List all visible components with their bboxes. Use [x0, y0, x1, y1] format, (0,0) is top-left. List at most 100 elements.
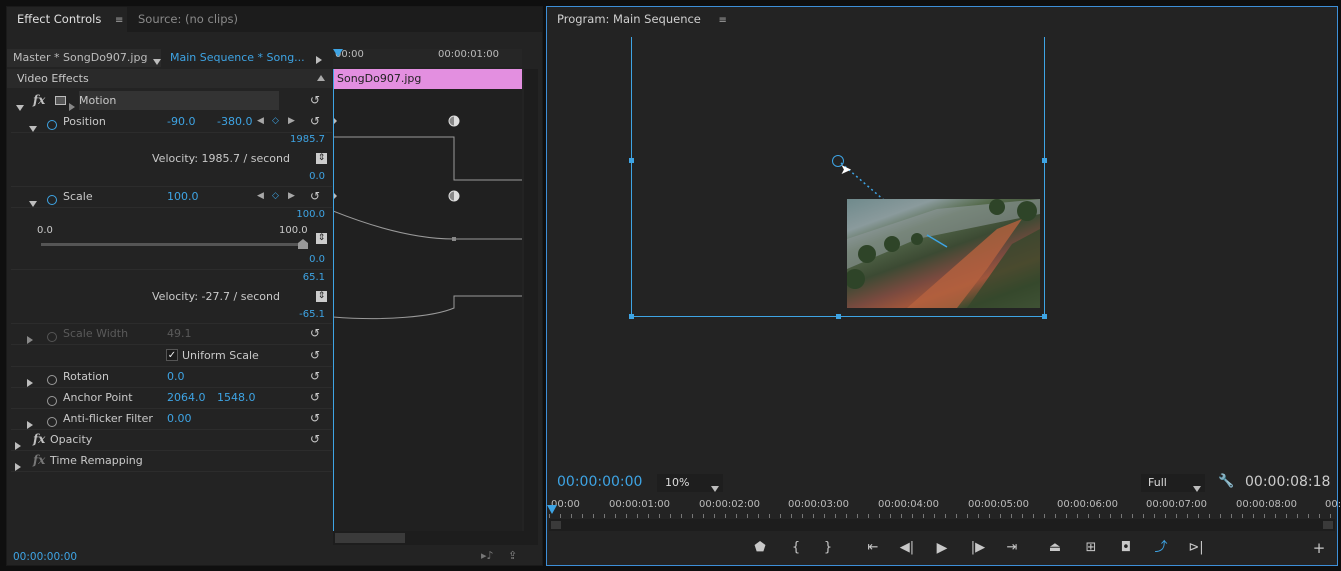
panel-menu-icon[interactable]: ≡ — [115, 8, 123, 33]
playhead-line[interactable] — [333, 69, 334, 533]
scale-velocity-min: -65.1 — [299, 309, 325, 320]
panel-menu-icon[interactable]: ≡ — [719, 8, 727, 33]
scale-graph-min: 0.0 — [309, 254, 325, 265]
scale-value[interactable]: 100.0 — [167, 186, 199, 207]
reset-icon[interactable]: ↺ — [310, 93, 324, 107]
mark-out-icon[interactable]: } — [818, 541, 838, 555]
opacity-row[interactable]: fx Opacity ↺ — [7, 429, 332, 450]
scale-label: Scale — [63, 190, 93, 203]
anchor-point-x-value[interactable]: 2064.0 — [167, 387, 206, 408]
filter-icon[interactable]: ▸♪ — [481, 549, 494, 562]
tab-source[interactable]: Source: (no clips) — [128, 7, 254, 32]
transform-handle[interactable] — [1042, 158, 1047, 163]
reset-icon[interactable]: ↺ — [310, 390, 324, 404]
step-forward-icon[interactable]: |▶ — [968, 541, 988, 555]
tab-program-label: Program: Main Sequence — [557, 12, 701, 26]
reset-icon[interactable]: ↺ — [310, 432, 324, 446]
next-keyframe-icon[interactable]: ▶ — [288, 111, 295, 132]
program-time-ruler[interactable]: 00:00 00:00:01:00 00:00:02:00 00:00:03:0… — [549, 497, 1341, 519]
keyframe-add-icon[interactable]: ◇ — [272, 111, 279, 132]
zoom-select[interactable]: 10% — [657, 474, 723, 492]
stopwatch-icon[interactable] — [47, 116, 57, 137]
sequence-clip-label[interactable]: Main Sequence * Song... — [170, 49, 305, 67]
reset-icon[interactable]: ↺ — [310, 369, 324, 383]
playhead-icon[interactable] — [547, 505, 557, 514]
transform-handle[interactable] — [836, 314, 841, 319]
expand-position-icon[interactable] — [29, 118, 37, 139]
program-tab-bar: Program: Main Sequence ≡ — [547, 7, 1337, 32]
motion-row[interactable]: fx Motion ↺ — [7, 90, 332, 111]
play-icon[interactable]: ▶ — [932, 541, 952, 555]
chevron-down-icon[interactable] — [153, 55, 161, 68]
transform-handle-icon[interactable] — [55, 96, 66, 105]
step-back-icon[interactable]: ◀| — [897, 541, 917, 555]
video-effects-label: Video Effects — [17, 72, 89, 85]
comparison-view-icon[interactable]: ⤴ — [1151, 541, 1171, 555]
prev-keyframe-icon[interactable]: ◀ — [257, 111, 264, 132]
uniform-scale-checkbox[interactable]: ✓ — [166, 349, 178, 361]
ec-horizontal-scrollbar[interactable] — [333, 531, 538, 545]
expand-icon[interactable] — [15, 457, 21, 478]
master-clip-selector[interactable]: Master * SongDo907.jpg — [7, 49, 161, 67]
marker-icon[interactable]: ⬟ — [750, 541, 770, 555]
mark-in-icon[interactable]: { — [786, 541, 806, 555]
time-remapping-row[interactable]: fx Time Remapping — [7, 450, 332, 471]
position-y-value[interactable]: -380.0 — [217, 111, 252, 132]
program-scrollbar[interactable] — [549, 519, 1335, 531]
trim-icon[interactable]: ⊳| — [1186, 541, 1206, 555]
reset-icon[interactable]: ↺ — [310, 348, 324, 362]
scale-velocity-label: Velocity: -27.7 / second — [152, 290, 280, 303]
rotation-value[interactable]: 0.0 — [167, 366, 185, 387]
tab-effect-controls[interactable]: Effect Controls ≡ — [7, 7, 127, 32]
reset-icon[interactable]: ↺ — [310, 326, 324, 340]
scroll-left-handle[interactable] — [551, 521, 561, 529]
ec-keyframe-area[interactable]: SongDo907.jpg — [333, 69, 522, 533]
tab-program[interactable]: Program: Main Sequence ≡ — [547, 7, 727, 32]
reset-icon[interactable]: ↺ — [310, 114, 324, 128]
graph-toggle-icon[interactable]: ⇕ — [316, 153, 327, 164]
export-frame-icon[interactable]: ◘ — [1116, 541, 1136, 555]
graph-toggle-icon[interactable]: ⇕ — [316, 233, 327, 244]
stopwatch-icon[interactable] — [47, 191, 57, 212]
anchor-point-row: Anchor Point 2064.0 1548.0 ↺ — [7, 387, 332, 408]
uniform-scale-label: Uniform Scale — [182, 349, 259, 362]
go-to-out-icon[interactable]: ⇥ — [1002, 541, 1022, 555]
current-timecode[interactable]: 00:00:00:00 — [557, 474, 642, 490]
transform-handle[interactable] — [629, 314, 634, 319]
prev-keyframe-icon[interactable]: ◀ — [257, 186, 264, 207]
scroll-up-icon[interactable] — [317, 75, 325, 81]
expand-scale-icon[interactable] — [29, 193, 37, 214]
go-to-in-icon[interactable]: ⇤ — [863, 541, 883, 555]
scale-slider-handle[interactable] — [298, 239, 308, 249]
lift-icon[interactable]: ⏏ — [1045, 541, 1065, 555]
reset-icon[interactable]: ↺ — [310, 411, 324, 425]
next-keyframe-icon[interactable]: ▶ — [288, 186, 295, 207]
transform-handle[interactable] — [629, 158, 634, 163]
add-button-icon[interactable]: + — [1309, 541, 1329, 556]
export-icon[interactable]: ⇪ — [508, 549, 517, 562]
ec-vertical-scrollbar[interactable] — [524, 69, 538, 533]
play-clip-icon[interactable] — [316, 54, 322, 67]
ruler-mid-label: 00:00:01:00 — [438, 49, 500, 60]
quality-select[interactable]: Full — [1141, 474, 1205, 492]
scroll-thumb[interactable] — [335, 533, 405, 543]
wrench-icon[interactable]: 🔧 — [1218, 474, 1234, 489]
video-frame-image[interactable] — [847, 199, 1040, 308]
fx-icon[interactable]: fx — [33, 90, 45, 111]
extract-icon[interactable]: ⊞ — [1081, 541, 1101, 555]
scale-slider-track[interactable] — [41, 243, 303, 246]
keyframe-add-icon[interactable]: ◇ — [272, 186, 279, 207]
anchor-point-y-value[interactable]: 1548.0 — [217, 387, 256, 408]
playhead-icon[interactable] — [333, 49, 343, 57]
ruler-tick-label: 00:00:02:00 — [699, 499, 761, 510]
scroll-right-handle[interactable] — [1323, 521, 1333, 529]
fx-icon[interactable]: fx — [33, 429, 45, 450]
transform-handle[interactable] — [1042, 314, 1047, 319]
ec-time-ruler[interactable]: 00:00 00:00:01:00 — [333, 49, 522, 67]
ec-timecode[interactable]: 00:00:00:00 — [13, 551, 77, 563]
position-x-value[interactable]: -90.0 — [167, 111, 195, 132]
anti-flicker-value[interactable]: 0.00 — [167, 408, 192, 429]
graph-toggle-icon[interactable]: ⇕ — [316, 291, 327, 302]
reset-icon[interactable]: ↺ — [310, 189, 324, 203]
uniform-scale-row: ✓ Uniform Scale ↺ — [7, 345, 332, 366]
